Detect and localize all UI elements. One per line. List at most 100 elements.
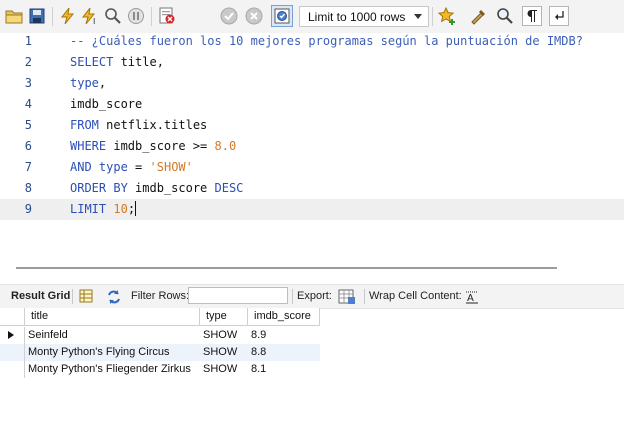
editor-line[interactable]: 1 -- ¿Cuáles fueron los 10 mejores progra… [0,31,624,52]
table-cell[interactable]: SHOW [200,361,248,378]
row-selector-header[interactable] [0,308,25,325]
commit-icon[interactable] [219,6,239,26]
code-text: SELECT title, [70,52,164,73]
table-cell[interactable]: 8.1 [248,361,320,378]
code-text: WHERE imdb_score >= 8.0 [70,136,236,157]
chevron-down-icon [414,14,422,19]
editor-line[interactable]: 7 AND type = 'SHOW' [0,157,624,178]
table-row[interactable]: Monty Python's Fliegender Zirkus SHOW 8.1 [0,361,320,378]
line-number: 5 [24,118,32,132]
code-text: type, [70,73,106,94]
limit-rows-select[interactable]: Limit to 1000 rows [299,6,429,27]
code-token: 'SHOW' [149,160,193,174]
code-text: FROM netflix.titles [70,115,207,136]
line-number: 8 [24,181,32,195]
editor-line[interactable]: 5 FROM netflix.titles [0,115,624,136]
code-token: 10 [113,202,128,216]
explain-icon[interactable] [103,6,123,26]
table-row[interactable]: Monty Python's Flying Circus SHOW 8.8 [0,344,320,361]
current-row-pointer-icon [8,331,14,339]
autocommit-icon[interactable] [271,5,293,27]
line-number: 7 [24,160,32,174]
code-text: imdb_score [70,94,142,115]
line-number: 4 [24,97,32,111]
code-token: ORDER BY [70,181,128,195]
editor-line[interactable]: 2 SELECT title, [0,52,624,73]
editor-results-splitter[interactable] [16,267,557,269]
code-token: 8.0 [214,139,237,153]
code-text: AND type = 'SHOW' [70,157,193,178]
editor-line[interactable]: 8 ORDER BY imdb_score DESC [0,178,624,199]
line-number: 6 [24,139,32,153]
table-cell[interactable]: SHOW [200,327,248,344]
save-icon[interactable] [27,6,47,26]
line-number: 9 [24,202,32,216]
code-text: ORDER BY imdb_score DESC [70,178,243,199]
code-token: title, [113,55,164,69]
table-cell[interactable]: Monty Python's Fliegender Zirkus [25,361,200,378]
sql-editor[interactable]: 1 -- ¿Cuáles fueron los 10 mejores progra… [0,33,624,265]
column-header-imdb_score[interactable]: imdb_score [248,308,320,325]
code-token: -- ¿Cuáles fueron los 10 mejores program… [70,34,583,48]
table-cell[interactable]: SHOW [200,344,248,361]
rollback-icon[interactable] [244,6,264,26]
wrap-cell-label: Wrap Cell Content: [369,290,462,302]
find-icon[interactable] [495,6,515,26]
bookmark-star-icon[interactable] [437,6,457,26]
line-number: 2 [24,55,32,69]
row-selector[interactable] [0,327,25,344]
open-folder-icon[interactable] [4,6,24,26]
column-header-type[interactable]: type [200,308,248,325]
filter-rows-label: Filter Rows: [131,290,190,302]
wrap-icon[interactable] [549,6,569,26]
line-number: 3 [24,76,32,90]
tool-separator-stub [184,6,204,26]
table-cell[interactable]: 8.8 [248,344,320,361]
row-selector[interactable] [0,361,25,378]
toggle-error-icon[interactable] [157,6,177,26]
editor-line[interactable]: 9 LIMIT 10; [0,199,624,220]
refresh-icon[interactable] [106,289,122,305]
export-icon[interactable] [338,288,356,305]
table-cell[interactable]: Seinfeld [25,327,200,344]
code-token: type [70,76,99,90]
code-token: SELECT [70,55,114,69]
code-token: DESC [214,181,244,195]
execute-icon[interactable] [58,6,78,26]
execute-current-icon[interactable]: I [80,6,100,26]
text-caret [135,201,137,216]
svg-text:I: I [93,17,95,25]
line-number: 1 [24,34,32,48]
code-token: imdb_score [70,97,143,111]
code-token: ; [127,202,136,216]
table-cell[interactable]: 8.9 [248,327,320,344]
code-token: imdb_score [127,181,215,195]
stop-icon[interactable] [126,6,146,26]
result-grid-tab[interactable]: Result Grid [11,285,70,308]
editor-line[interactable]: 4 imdb_score [0,94,624,115]
code-token: WHERE [70,139,107,153]
row-selector[interactable] [0,344,25,361]
editor-line[interactable]: 3 type, [0,73,624,94]
code-text: -- ¿Cuáles fueron los 10 mejores program… [70,31,583,52]
code-token: LIMIT [70,202,107,216]
code-text: LIMIT 10; [70,199,137,220]
export-label: Export: [297,290,332,302]
grid-view-icon[interactable] [79,289,93,305]
filter-rows-input[interactable] [188,287,288,304]
wrap-cell-icon[interactable]: A [466,290,478,304]
beautify-icon[interactable] [469,6,489,26]
invisible-chars-icon[interactable] [522,6,542,26]
code-token: = [127,160,150,174]
sql-editor-toolbar: I Limit to 1000 rows [0,0,624,34]
table-cell[interactable]: Monty Python's Flying Circus [25,344,200,361]
code-token: AND [70,160,92,174]
code-token: , [98,76,107,90]
table-row[interactable]: Seinfeld SHOW 8.9 [0,327,320,344]
grid-header-row: title type imdb_score [0,308,320,326]
column-header-title[interactable]: title [25,308,200,325]
code-token: imdb_score >= [106,139,215,153]
editor-line[interactable]: 6 WHERE imdb_score >= 8.0 [0,136,624,157]
limit-rows-value: Limit to 1000 rows [308,9,406,24]
